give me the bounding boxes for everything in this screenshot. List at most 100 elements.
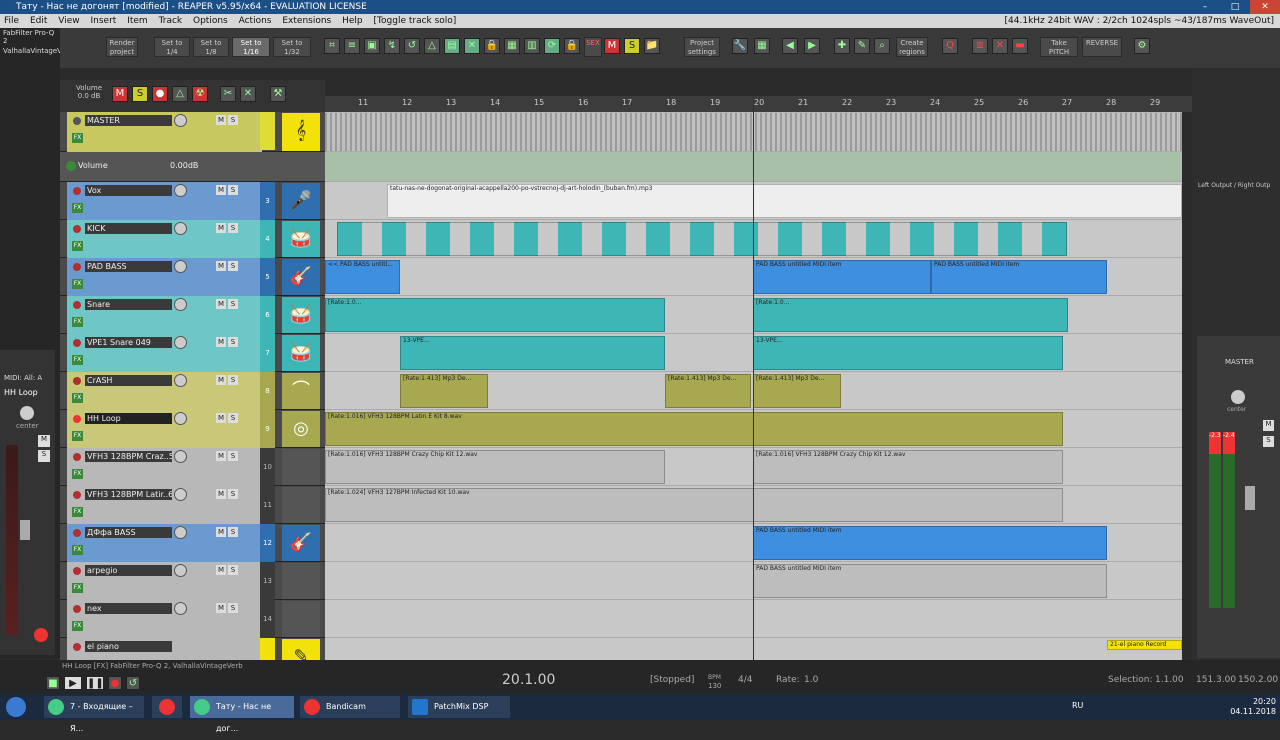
volume-knob[interactable] (174, 222, 187, 235)
project-settings-button[interactable]: Project settings (684, 37, 720, 57)
crash-item[interactable]: [Rate:1.413] Mp3 De... (753, 374, 841, 408)
menu-track[interactable]: Track (159, 16, 183, 26)
prev-icon[interactable]: ◀ (782, 38, 798, 54)
master-solo-button[interactable]: S (1263, 436, 1274, 447)
el-piano-item[interactable]: 21-el piano Record (1107, 640, 1182, 650)
vpe1-item[interactable]: 13-VPE... (753, 336, 1063, 370)
track-arpegio[interactable]: arpegio M S FX 13 (60, 562, 325, 600)
menu-edit[interactable]: Edit (30, 16, 47, 26)
menu-extensions[interactable]: Extensions (282, 16, 331, 26)
bpm-value[interactable]: 130 (708, 682, 721, 690)
solo-button[interactable]: S (228, 489, 238, 499)
record-arm-button[interactable] (73, 339, 81, 347)
mute-button[interactable]: M (216, 261, 226, 271)
fx-button[interactable]: FX (72, 355, 83, 365)
solo-button[interactable]: S (228, 375, 238, 385)
solo-button[interactable]: S (228, 603, 238, 613)
track-vfh3-craz[interactable]: VFH3 128BPM Craz..5 M S FX 10 (60, 448, 325, 486)
solo-button[interactable]: S (228, 261, 238, 271)
envelope-toggle-icon[interactable] (66, 161, 76, 171)
menu-options[interactable]: Options (193, 16, 228, 26)
record-icon[interactable]: ● (108, 676, 122, 690)
volume-knob[interactable] (174, 602, 187, 615)
track-name[interactable]: ДФфа BASS (85, 527, 172, 538)
craz-item[interactable]: [Rate:1.016] VFH3 128BPM Crazy Chip Kit … (325, 450, 665, 484)
record-arm-button[interactable] (73, 567, 81, 575)
fx-button[interactable]: FX (72, 317, 83, 327)
track-name[interactable]: el piano (85, 641, 172, 652)
track-name[interactable]: PAD BASS (85, 261, 172, 272)
zoom-icon[interactable]: ⌕ (874, 38, 890, 54)
track-name[interactable]: VFH3 128BPM Latir..6 (85, 489, 172, 500)
repeat-icon[interactable]: ↺ (126, 676, 140, 690)
master-mute-icon[interactable]: M (112, 86, 128, 102)
stop-icon[interactable]: ■ (46, 676, 60, 690)
pan-knob[interactable] (20, 406, 34, 420)
radioactive-icon[interactable]: ☢ (192, 86, 208, 102)
mute-button[interactable]: M (216, 299, 226, 309)
arpegio-item[interactable]: PAD BASS untitled MIDI item (753, 564, 1107, 598)
menu-toggle-solo[interactable]: [Toggle track solo] (374, 16, 457, 26)
group-icon[interactable]: ▣ (364, 38, 380, 54)
ripple-icon[interactable]: ≡ (344, 38, 360, 54)
pad-bass-item[interactable]: << PAD BASS untitl... (325, 260, 400, 294)
time-signature[interactable]: 4/4 (738, 675, 752, 685)
mute-button[interactable]: M (216, 223, 226, 233)
task-patchmix[interactable]: PatchMix DSP (408, 696, 510, 718)
color-icon[interactable]: ▦ (754, 38, 770, 54)
track-master[interactable]: MASTER M S FX 𝄞 (60, 112, 325, 152)
pause-icon[interactable]: ❚❚ (86, 676, 104, 690)
record-arm-button[interactable] (73, 187, 81, 195)
volume-knob[interactable] (174, 564, 187, 577)
solo-button[interactable]: S (228, 527, 238, 537)
solo-button[interactable]: S (228, 337, 238, 347)
pencil-icon[interactable]: ✎ (854, 38, 870, 54)
snap-icon[interactable]: ⌗ (324, 38, 340, 54)
track-nex[interactable]: nex M S FX 14 (60, 600, 325, 638)
mute-button[interactable]: M (216, 413, 226, 423)
maximize-icon[interactable]: □ (1220, 0, 1250, 14)
record-arm-button[interactable] (73, 643, 81, 651)
volume-knob[interactable] (174, 412, 187, 425)
crossfade-icon[interactable]: ✕ (464, 38, 480, 54)
craz-item[interactable]: [Rate:1.016] VFH3 128BPM Crazy Chip Kit … (753, 450, 1063, 484)
track-vfh3-latin[interactable]: VFH3 128BPM Latir..6 M S FX 11 (60, 486, 325, 524)
menu-help[interactable]: Help (342, 16, 363, 26)
fx-button[interactable]: FX (72, 507, 83, 517)
mute-button[interactable]: M (216, 489, 226, 499)
grid-1-8-button[interactable]: Set to 1/8 (193, 37, 229, 57)
task-yandex[interactable] (152, 696, 182, 718)
pad-bass-item[interactable]: PAD BASS untitled MIDI item (753, 260, 931, 294)
volume-knob[interactable] (174, 298, 187, 311)
track-name[interactable]: VFH3 128BPM Craz..5 (85, 451, 172, 462)
track-vox[interactable]: Vox M S FX 3 🎤 (60, 182, 325, 220)
mixer-mute-button[interactable]: M (38, 435, 50, 447)
record-arm-button[interactable] (73, 415, 81, 423)
padlock-icon[interactable]: 🔒 (564, 38, 580, 54)
bars-icon[interactable]: ▥ (524, 38, 540, 54)
volume-knob[interactable] (174, 336, 187, 349)
reverse-button[interactable]: REVERSE (1082, 37, 1122, 57)
track-crash[interactable]: CrASH M S FX 8 ⌒ (60, 372, 325, 410)
delete-icon[interactable]: ▬ (1012, 38, 1028, 54)
record-arm-button[interactable] (73, 263, 81, 271)
mute-button[interactable]: M (216, 603, 226, 613)
track-name[interactable]: VPE1 Snare 049 (85, 337, 172, 348)
track-el-piano[interactable]: el piano ✎ (60, 638, 325, 660)
play-icon[interactable]: ▶ (64, 676, 82, 690)
autoscroll-icon[interactable]: ⟳ (544, 38, 560, 54)
track-vpe1-snare[interactable]: VPE1 Snare 049 M S FX 7 🥁 (60, 334, 325, 372)
mute-button[interactable]: M (216, 527, 226, 537)
fx-button[interactable]: FX (72, 545, 83, 555)
volume-envelope-lane[interactable]: Volume 0.00dB (60, 152, 325, 182)
timeline-ruler[interactable]: 11 12 13 14 15 16 17 18 19 20 21 22 23 2… (325, 96, 1192, 112)
vox-item[interactable]: tatu-nas-ne-dogonat-original-acappella20… (387, 184, 1182, 218)
track-name[interactable]: Snare (85, 299, 172, 310)
volume-knob[interactable] (174, 114, 187, 127)
master-mute-button[interactable]: M (1263, 420, 1274, 431)
master-fader-handle[interactable] (1245, 486, 1255, 510)
tools-icon[interactable]: ⚒ (270, 86, 286, 102)
solo-button[interactable]: S (228, 565, 238, 575)
solo-icon[interactable]: S (624, 38, 640, 54)
fx-button[interactable]: FX (72, 133, 83, 143)
